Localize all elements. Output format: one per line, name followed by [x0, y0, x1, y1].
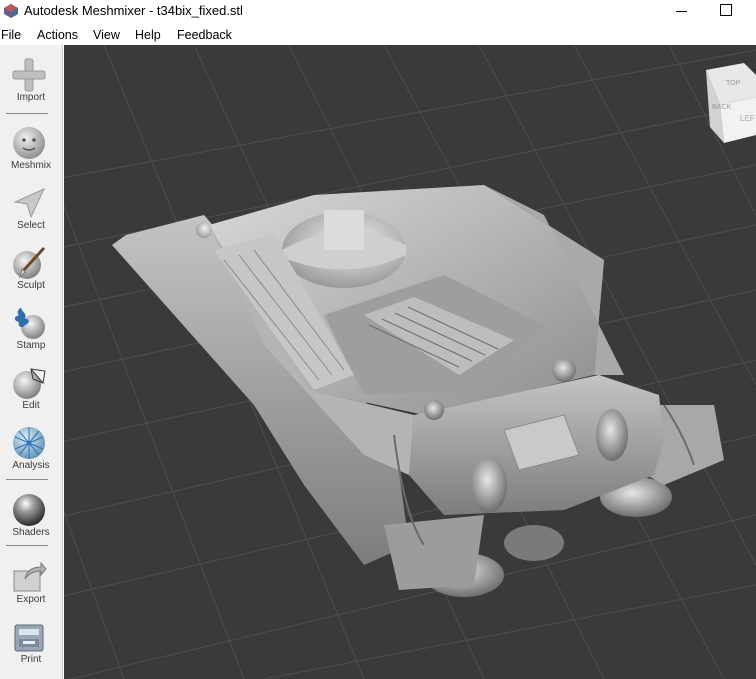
import-button[interactable]: Import: [2, 49, 60, 107]
export-label: Export: [16, 594, 46, 605]
maximize-button[interactable]: [712, 0, 738, 24]
menu-file[interactable]: File: [1, 28, 21, 42]
menu-actions[interactable]: Actions: [37, 28, 78, 42]
tool-sidebar: Import Meshmix Select Sculpt Stamp Edit …: [0, 45, 63, 679]
meshmixer-logo-icon: [4, 4, 18, 18]
viewport-scene: TOP BACK LEF: [64, 45, 756, 679]
toolbar-divider: [6, 479, 48, 480]
3d-viewport[interactable]: TOP BACK LEF: [64, 45, 756, 679]
stamp-label: Stamp: [16, 340, 46, 351]
arrow-cursor-icon: [13, 187, 46, 219]
analysis-label: Analysis: [12, 460, 50, 471]
stamp-button[interactable]: Stamp: [2, 297, 60, 355]
sculpt-label: Sculpt: [17, 280, 45, 291]
menu-view[interactable]: View: [93, 28, 120, 42]
svg-text:TOP: TOP: [726, 80, 741, 87]
edit-sphere-icon: [13, 368, 46, 399]
edit-label: Edit: [22, 400, 40, 411]
menu-bar: File Actions View Help Feedback: [0, 24, 756, 45]
import-label: Import: [16, 92, 46, 103]
analysis-mesh-icon: [13, 427, 45, 459]
shader-sphere-icon: [13, 494, 45, 526]
printer-icon: [14, 624, 44, 652]
print-label: Print: [20, 654, 42, 665]
select-label: Select: [17, 220, 45, 231]
brush-icon: [13, 246, 46, 279]
meshmix-label: Meshmix: [10, 160, 51, 171]
sculpt-button[interactable]: Sculpt: [2, 237, 60, 295]
svg-text:BACK: BACK: [712, 104, 731, 111]
edit-button[interactable]: Edit: [2, 357, 60, 415]
toolbar-divider: [6, 545, 48, 546]
shaders-button[interactable]: Shaders: [2, 484, 60, 542]
print-button[interactable]: Print: [2, 611, 60, 669]
tank-model[interactable]: [112, 185, 724, 597]
menu-feedback[interactable]: Feedback: [177, 28, 232, 42]
plus-icon: [12, 58, 46, 92]
minimize-button[interactable]: [670, 0, 694, 24]
svg-text:LEF: LEF: [740, 114, 755, 123]
title-bar: Autodesk Meshmixer - t34bix_fixed.stl: [0, 0, 756, 24]
toolbar-divider: [6, 113, 48, 114]
shaders-label: Shaders: [12, 527, 50, 538]
meshmix-button[interactable]: Meshmix: [2, 117, 60, 175]
select-button[interactable]: Select: [2, 177, 60, 235]
export-icon: [13, 561, 47, 592]
export-button[interactable]: Export: [2, 551, 60, 609]
view-cube[interactable]: TOP BACK LEF: [706, 63, 756, 143]
analysis-button[interactable]: Analysis: [2, 417, 60, 475]
window-title: Autodesk Meshmixer - t34bix_fixed.stl: [24, 3, 243, 18]
menu-help[interactable]: Help: [135, 28, 161, 42]
stamp-icon: [14, 308, 45, 339]
face-icon: [13, 127, 45, 159]
